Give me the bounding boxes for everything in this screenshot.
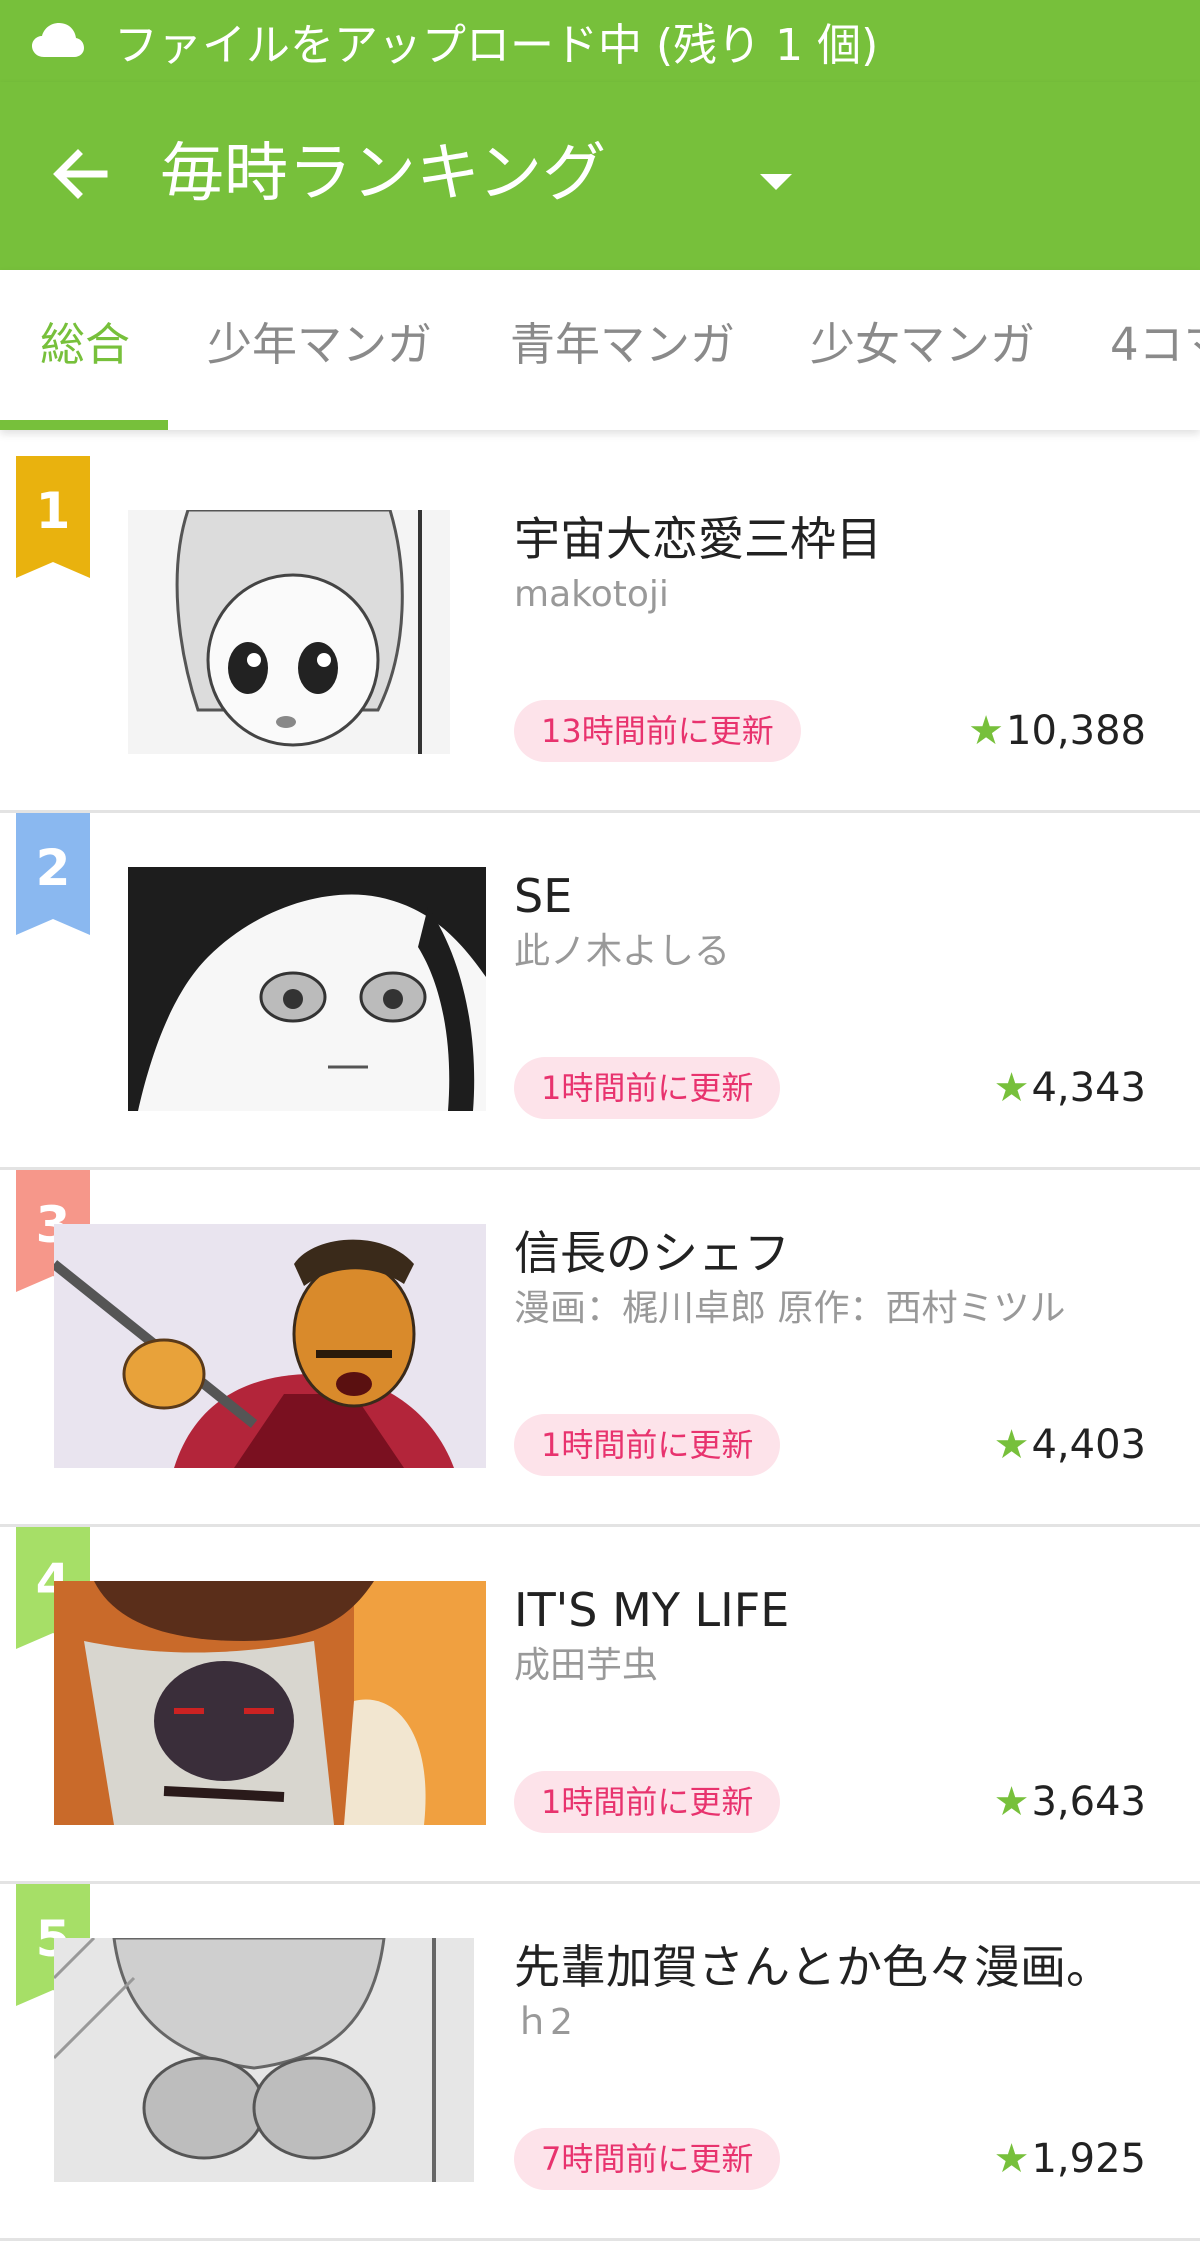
manga-author: 成田芋虫 <box>514 1645 659 1686</box>
manga-title[interactable]: 信長のシェフ <box>514 1224 1154 1282</box>
manga-thumbnail[interactable] <box>54 1938 474 2182</box>
cloud-icon <box>32 23 84 57</box>
rank-number: 1 <box>36 482 71 540</box>
manga-info: 信長のシェフ 漫画：梶川卓郎 原作：西村ミツル 1時間前に更新 ★4,403 <box>514 1224 1154 1476</box>
ranking-item[interactable]: 5 先輩加賀さんとか色々漫画。 ｈ2 7時間前に更新 ★1,925 <box>0 1884 1200 2241</box>
dropdown-arrow-icon[interactable] <box>756 162 796 202</box>
rating-count: 4,403 <box>1031 1422 1146 1468</box>
star-icon: ★ <box>993 2136 1030 2182</box>
update-badge: 7時間前に更新 <box>514 2128 781 2190</box>
rating-count: 3,643 <box>1031 1779 1146 1825</box>
upload-status-text: ファイルをアップロード中 (残り 1 個) <box>114 20 879 71</box>
manga-thumbnail[interactable] <box>128 867 486 1111</box>
manga-thumbnail[interactable] <box>54 1224 486 1468</box>
star-icon: ★ <box>993 1065 1030 1111</box>
page-title[interactable]: 毎時ランキング <box>160 138 606 210</box>
tab-general[interactable]: 総合 <box>40 270 130 430</box>
manga-title[interactable]: IT'S MY LIFE <box>514 1581 1154 1639</box>
rating-count: 1,925 <box>1031 2136 1146 2182</box>
manga-author: 漫画：梶川卓郎 原作：西村ミツル <box>514 1288 1066 1329</box>
rank-number: 2 <box>36 839 71 897</box>
ranking-item[interactable]: 1 宇宙大恋愛三枠目 makotoji 13時間前に更新 ★10,388 <box>0 456 1200 813</box>
rating: ★10,388 <box>968 706 1146 756</box>
back-arrow-icon[interactable] <box>48 142 112 206</box>
manga-thumbnail[interactable] <box>128 510 450 754</box>
manga-info: 宇宙大恋愛三枠目 makotoji 13時間前に更新 ★10,388 <box>514 510 1154 762</box>
ranking-list: 1 宇宙大恋愛三枠目 makotoji 13時間前に更新 ★10,388 2 S… <box>0 456 1200 2241</box>
manga-title[interactable]: SE <box>514 867 1154 925</box>
star-icon: ★ <box>993 1779 1030 1825</box>
update-badge: 1時間前に更新 <box>514 1414 781 1476</box>
manga-title[interactable]: 宇宙大恋愛三枠目 <box>514 510 1154 568</box>
rating: ★1,925 <box>994 2134 1146 2184</box>
update-badge: 13時間前に更新 <box>514 700 801 762</box>
rating-count: 4,343 <box>1031 1065 1146 1111</box>
manga-info: SE 此ノ木よしる 1時間前に更新 ★4,343 <box>514 867 1154 1119</box>
star-icon: ★ <box>993 1422 1030 1468</box>
manga-info: 先輩加賀さんとか色々漫画。 ｈ2 7時間前に更新 ★1,925 <box>514 1938 1154 2190</box>
rating: ★3,643 <box>994 1777 1146 1827</box>
manga-title[interactable]: 先輩加賀さんとか色々漫画。 <box>514 1938 1154 1996</box>
manga-author: makotoji <box>514 574 669 615</box>
manga-thumbnail[interactable] <box>54 1581 486 1825</box>
rating: ★4,343 <box>994 1063 1146 1113</box>
ranking-item[interactable]: 2 SE 此ノ木よしる 1時間前に更新 ★4,343 <box>0 813 1200 1170</box>
tab-shojo-manga[interactable]: 少女マンガ <box>810 270 1035 430</box>
star-icon: ★ <box>968 708 1005 754</box>
category-tabs: 総合 少年マンガ 青年マンガ 少女マンガ 4コマ <box>0 270 1200 430</box>
rank-ribbon: 1 <box>16 456 90 578</box>
active-tab-indicator <box>0 420 168 430</box>
rank-ribbon: 2 <box>16 813 90 935</box>
ranking-item[interactable]: 4 IT'S MY LIFE 成田芋虫 1時間前に更新 ★3,643 <box>0 1527 1200 1884</box>
update-badge: 1時間前に更新 <box>514 1057 781 1119</box>
tab-shonen-manga[interactable]: 少年マンガ <box>207 270 432 430</box>
update-badge: 1時間前に更新 <box>514 1771 781 1833</box>
tab-4koma[interactable]: 4コマ <box>1110 270 1200 430</box>
manga-author: 此ノ木よしる <box>514 931 731 972</box>
rating-count: 10,388 <box>1006 708 1146 754</box>
manga-info: IT'S MY LIFE 成田芋虫 1時間前に更新 ★3,643 <box>514 1581 1154 1833</box>
tab-seinen-manga[interactable]: 青年マンガ <box>510 270 735 430</box>
rating: ★4,403 <box>994 1420 1146 1470</box>
manga-author: ｈ2 <box>514 2002 573 2043</box>
app-bar: 毎時ランキング <box>0 82 1200 270</box>
status-bar: ファイルをアップロード中 (残り 1 個) <box>0 0 1200 82</box>
ranking-item[interactable]: 3 信長のシェフ 漫画：梶川卓郎 原作：西村ミツル 1時間前に更新 ★4,403 <box>0 1170 1200 1527</box>
